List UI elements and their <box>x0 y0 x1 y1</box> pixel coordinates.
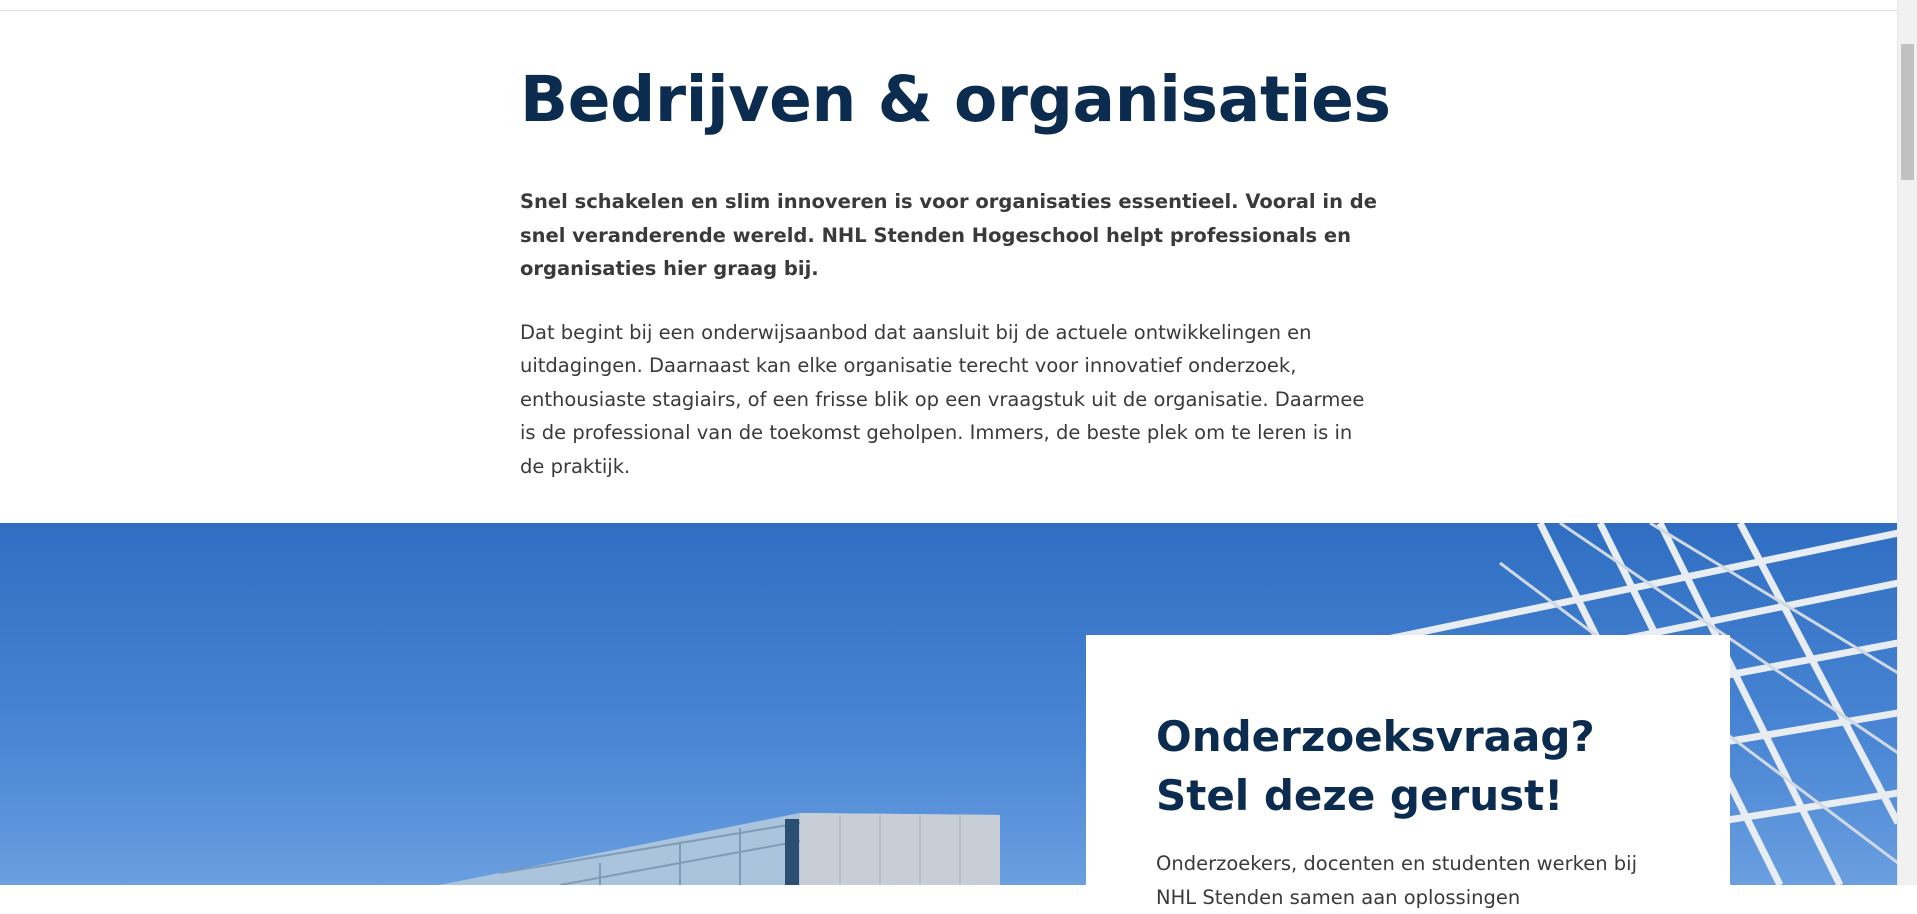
scrollbar-thumb[interactable] <box>1901 44 1914 180</box>
intro-section: Bedrijven & organisaties Snel schakelen … <box>520 58 1391 483</box>
vertical-scrollbar[interactable] <box>1897 0 1917 885</box>
research-question-card: Onderzoeksvraag? Stel deze gerust! Onder… <box>1086 635 1730 909</box>
intro-body: Dat begint bij een onderwijsaanbod dat a… <box>520 320 1365 478</box>
browser-top-border <box>0 0 1898 11</box>
page-title: Bedrijven & organisaties <box>520 63 1391 136</box>
card-title: Onderzoeksvraag? Stel deze gerust! <box>1156 712 1595 820</box>
card-text: Onderzoekers, docenten en studenten werk… <box>1156 852 1637 909</box>
intro-lead: Snel schakelen en slim innoveren is voor… <box>520 190 1377 280</box>
